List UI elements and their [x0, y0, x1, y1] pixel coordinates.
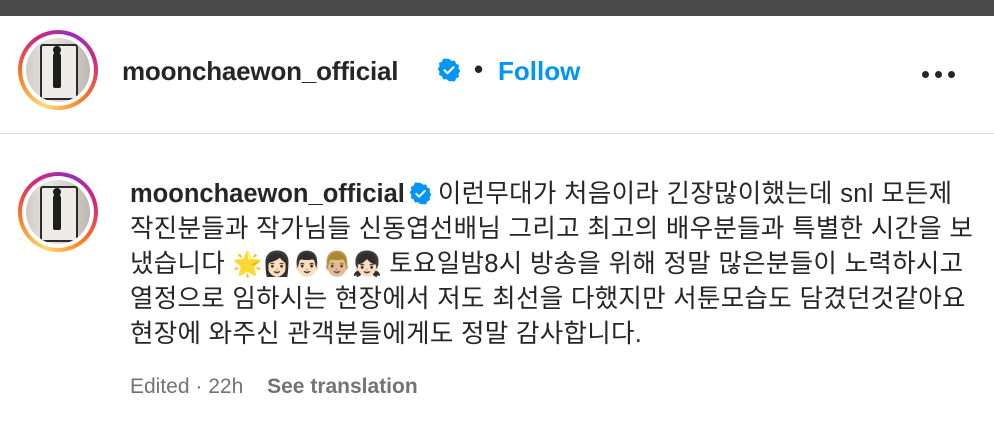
caption-avatar[interactable]: [18, 172, 98, 252]
caption-emojis: 🌟👩🏻👨🏻👨🏼👧🏻: [232, 250, 382, 278]
verified-badge-icon: [409, 182, 432, 205]
more-options-icon[interactable]: [918, 68, 958, 82]
post-header: moonchaewon_official • Follow: [0, 16, 994, 134]
browser-top-strip: [0, 0, 994, 16]
header-username-link[interactable]: moonchaewon_official: [122, 56, 398, 87]
edited-label: Edited: [130, 375, 190, 398]
see-translation-button[interactable]: See translation: [267, 375, 418, 398]
meta-separator: ·: [195, 375, 203, 398]
caption-meta: Edited · 22h See translation: [130, 375, 418, 399]
avatar-photo: [26, 38, 90, 102]
caption-body: moonchaewon_official 이런무대가 처음이라 긴장많이했는데 …: [130, 177, 975, 352]
profile-avatar[interactable]: [18, 30, 98, 110]
follow-button[interactable]: Follow: [498, 56, 580, 87]
timestamp[interactable]: 22h: [208, 375, 243, 398]
dot-separator: •: [474, 54, 484, 84]
verified-badge-icon: [437, 58, 461, 82]
avatar-photo: [26, 180, 90, 244]
caption-username-link[interactable]: moonchaewon_official: [130, 180, 405, 208]
